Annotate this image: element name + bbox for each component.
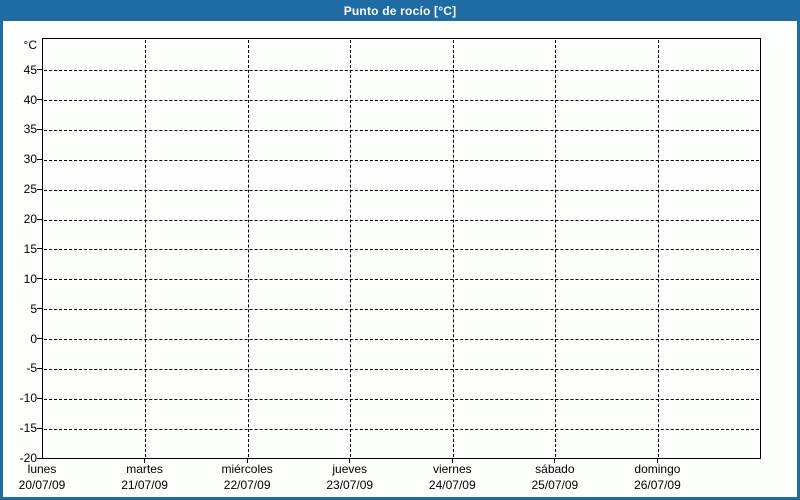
chart-window: Punto de rocío [°C] 45 40 35 30 25 20 15 10 5 0 -5…: [0, 0, 800, 500]
chart-title: Punto de rocío [°C]: [343, 3, 457, 18]
chart-title-bar: Punto de rocío [°C]: [0, 0, 800, 21]
chart-canvas: [3, 21, 797, 497]
